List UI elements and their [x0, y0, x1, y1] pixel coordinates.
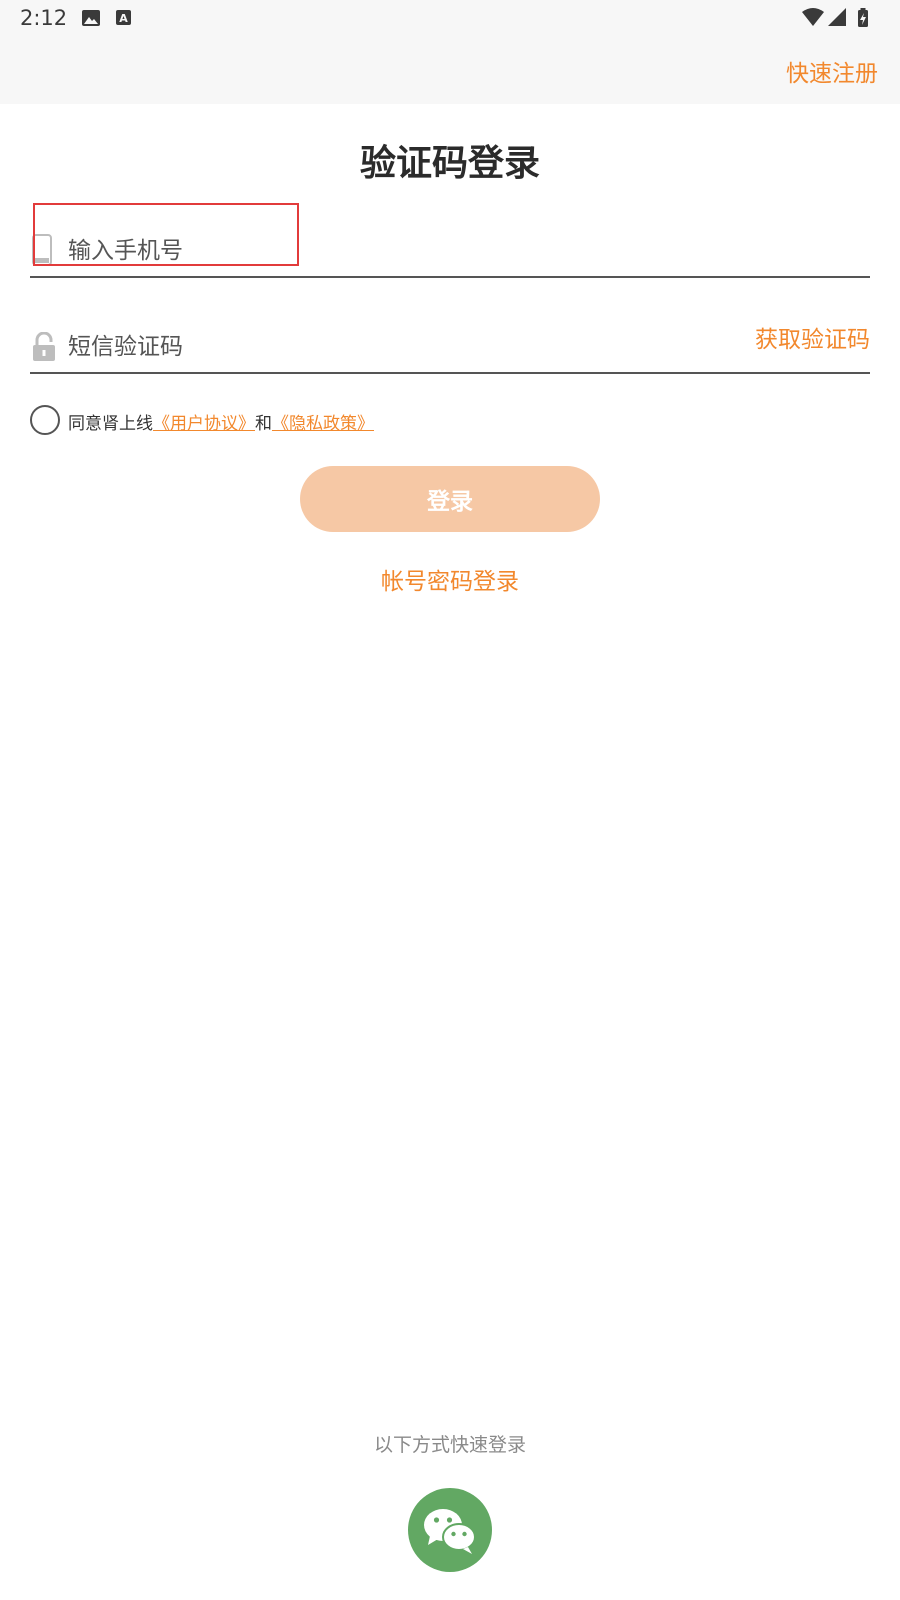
- quick-register-link[interactable]: 快速注册: [786, 54, 878, 88]
- get-code-button[interactable]: 获取验证码: [755, 320, 870, 354]
- wifi-icon: [802, 8, 824, 26]
- signal-icon: [828, 8, 846, 26]
- user-agreement-link[interactable]: 《用户协议》: [153, 414, 255, 434]
- agree-checkbox[interactable]: [30, 405, 60, 435]
- status-right-icons: [802, 8, 868, 27]
- status-bar: 2:12 A: [0, 0, 900, 38]
- login-button[interactable]: 登录: [300, 466, 600, 532]
- lock-icon: [33, 332, 55, 361]
- a-letter-icon: A: [116, 10, 131, 25]
- svg-text:A: A: [119, 12, 128, 25]
- agreement-row: 同意肾上线《用户协议》和《隐私政策》: [30, 405, 730, 437]
- wechat-icon: [424, 1509, 476, 1554]
- sms-code-input[interactable]: [68, 328, 668, 366]
- image-icon: [82, 10, 100, 26]
- privacy-policy-link[interactable]: 《隐私政策》: [272, 414, 374, 434]
- password-login-link[interactable]: 帐号密码登录: [0, 562, 900, 596]
- wechat-login-button[interactable]: [408, 1488, 492, 1572]
- quick-login-label: 以下方式快速登录: [373, 1434, 526, 1456]
- sms-code-field: 获取验证码: [30, 316, 870, 374]
- battery-charging-icon: [858, 8, 868, 27]
- agreement-text: 同意肾上线《用户协议》和《隐私政策》: [68, 409, 374, 434]
- top-bar: 快速注册: [0, 38, 900, 104]
- agreement-prefix: 同意肾上线: [68, 414, 153, 434]
- agreement-conjunction: 和: [255, 414, 272, 434]
- page-title: 验证码登录: [359, 143, 540, 184]
- status-time: 2:12: [20, 6, 68, 30]
- highlight-box: [33, 203, 299, 266]
